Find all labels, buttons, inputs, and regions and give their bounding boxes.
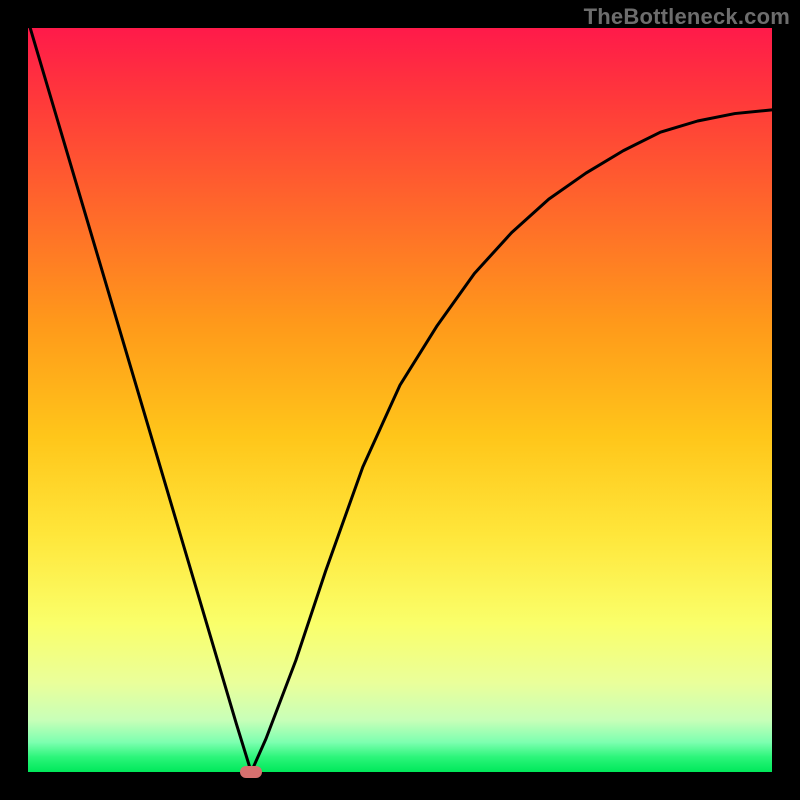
curve-svg bbox=[28, 28, 772, 772]
chart-frame: TheBottleneck.com bbox=[0, 0, 800, 800]
watermark-text: TheBottleneck.com bbox=[584, 4, 790, 30]
plot-area bbox=[28, 28, 772, 772]
bottleneck-curve bbox=[28, 21, 772, 772]
optimum-marker bbox=[240, 766, 262, 778]
